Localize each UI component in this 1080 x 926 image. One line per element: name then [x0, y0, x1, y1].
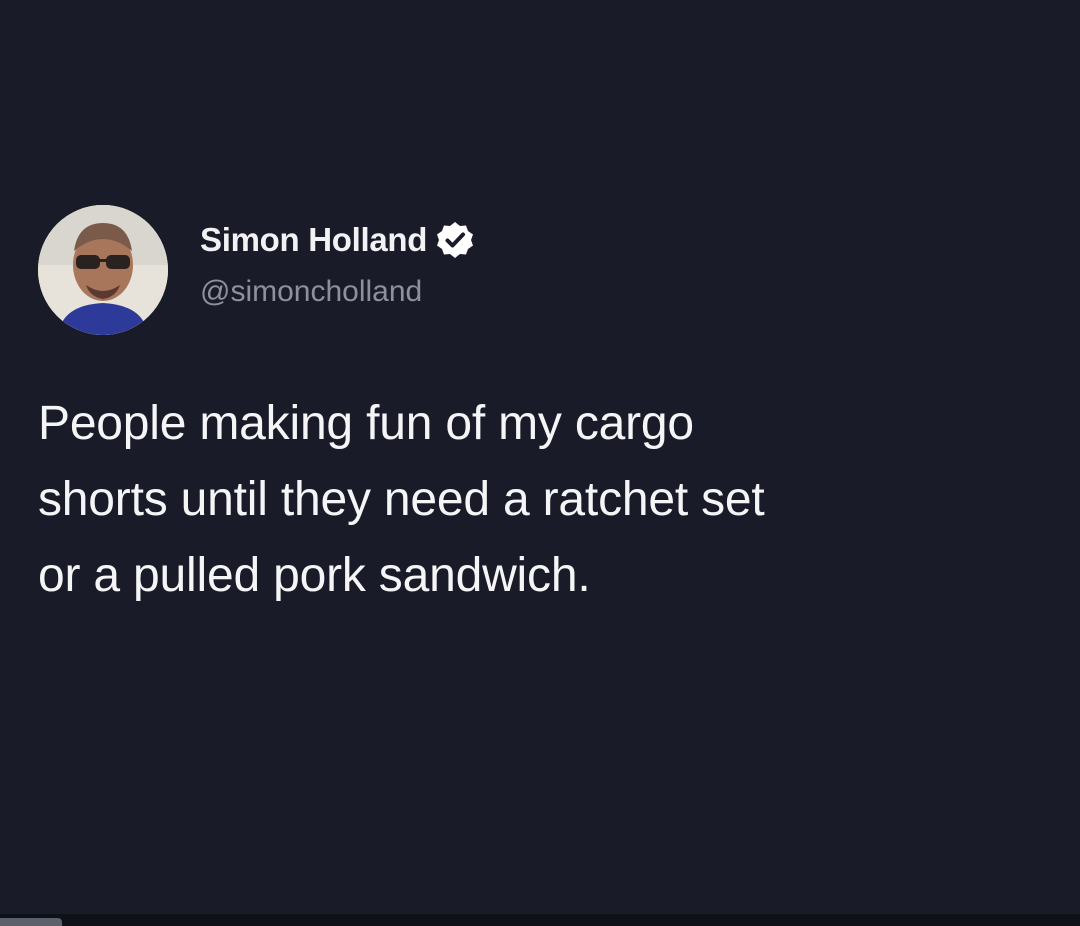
avatar[interactable]: [38, 205, 168, 335]
verified-badge-icon: [435, 220, 475, 260]
progress-nub: [0, 918, 62, 926]
tweet-card: Simon Holland @simoncholland People maki…: [0, 0, 1080, 926]
author-block: Simon Holland @simoncholland: [200, 218, 475, 312]
tweet-text: People making fun of my cargo shorts unt…: [38, 397, 765, 602]
bottom-strip: [0, 914, 1080, 926]
name-row: Simon Holland: [200, 218, 475, 262]
display-name[interactable]: Simon Holland: [200, 218, 427, 262]
profile-photo-icon: [38, 205, 168, 335]
user-handle[interactable]: @simoncholland: [200, 272, 475, 312]
